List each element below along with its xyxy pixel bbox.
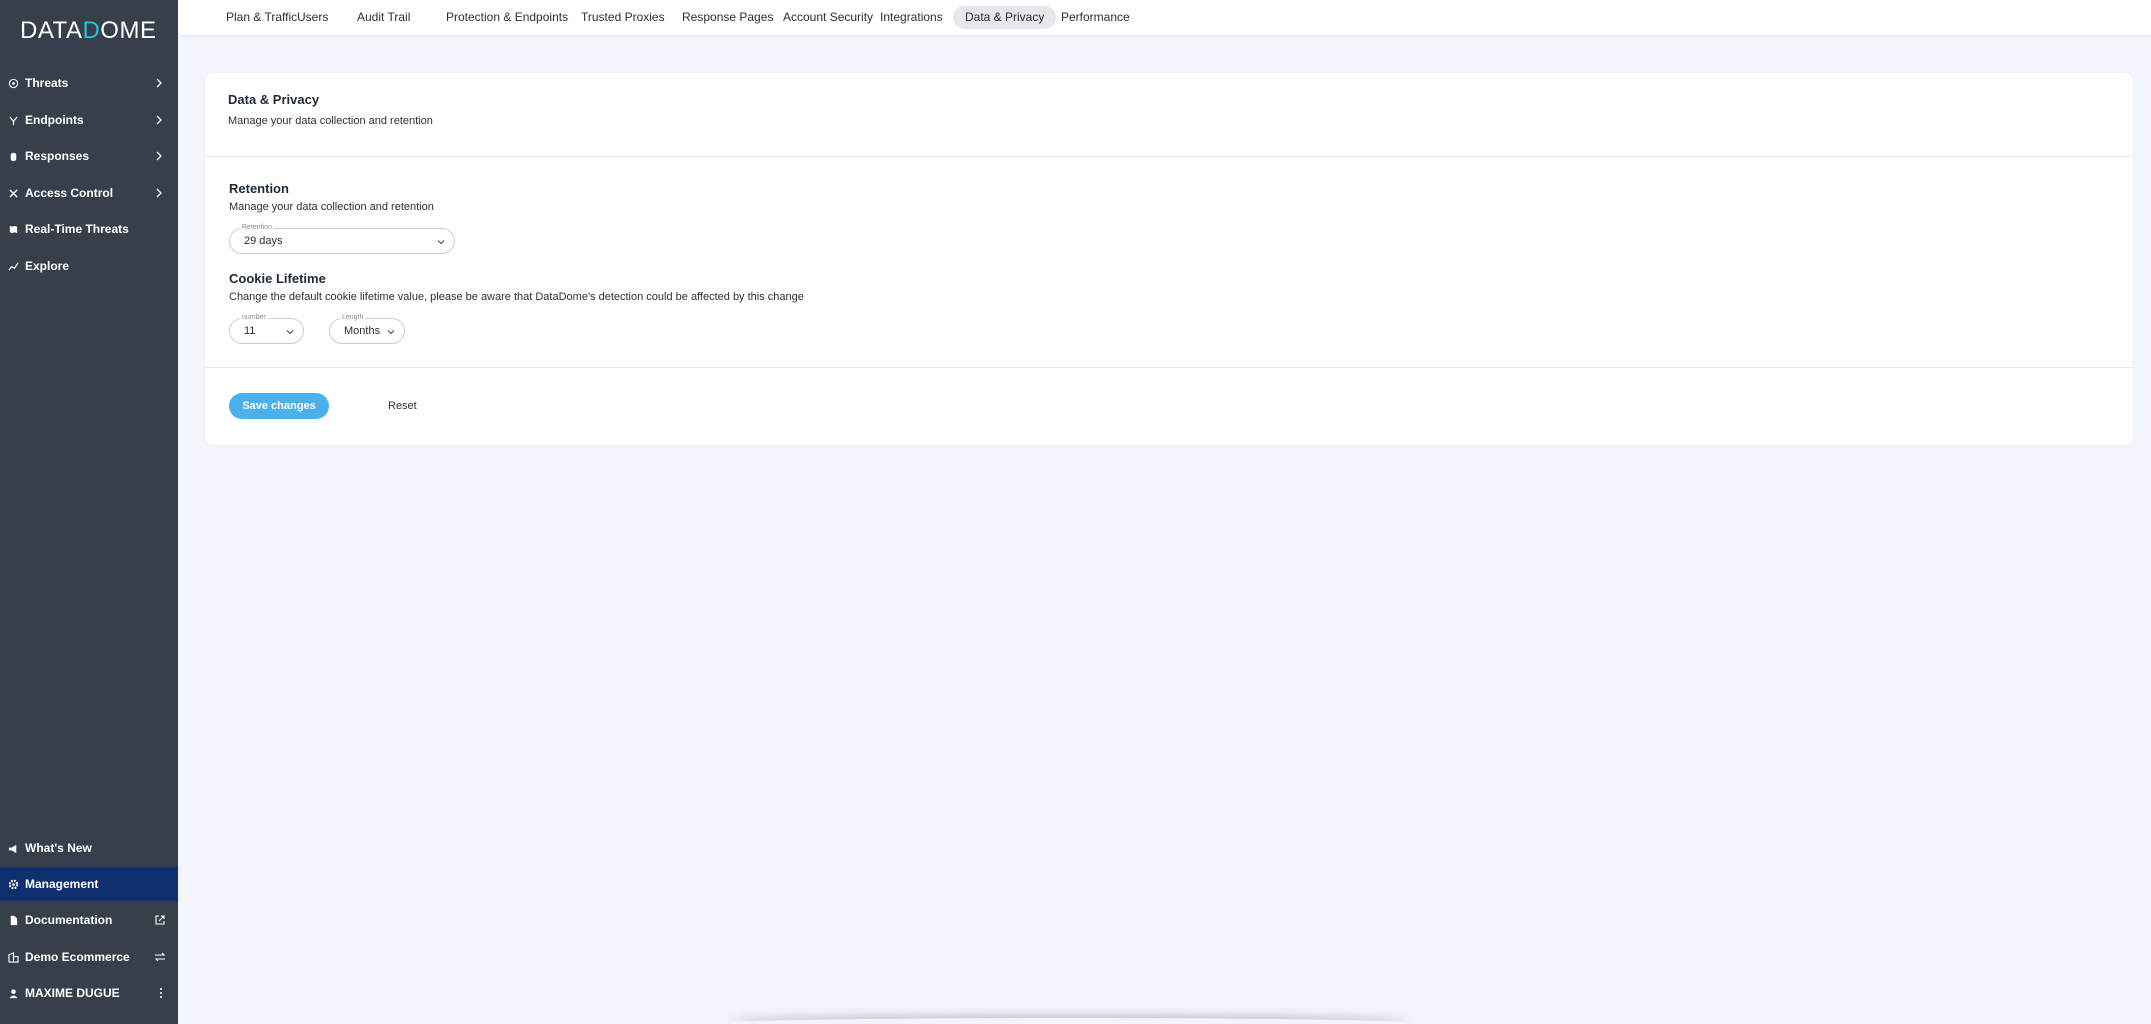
- document-icon: [7, 914, 19, 926]
- cookie-length-select[interactable]: Length Months: [329, 313, 405, 344]
- chevron-down-icon: [437, 240, 445, 245]
- divider: [205, 156, 2133, 157]
- tab-protection-endpoints[interactable]: Protection & Endpoints: [434, 6, 580, 29]
- sidebar-item-threats[interactable]: Threats: [0, 66, 178, 100]
- chevron-right-icon: [156, 188, 162, 198]
- reset-button[interactable]: Reset: [388, 393, 417, 419]
- sidebar-item-label: MAXIME DUGUE: [25, 986, 120, 1000]
- sidebar-item-real-time-threats[interactable]: Real-Time Threats: [0, 212, 178, 246]
- sidebar-item-whats-new[interactable]: What's New: [0, 831, 178, 865]
- sidebar-item-explore[interactable]: Explore: [0, 249, 178, 283]
- logo-text-left: DATA: [20, 17, 83, 44]
- tab-response-pages[interactable]: Response Pages: [670, 6, 785, 29]
- chevron-right-icon: [156, 151, 162, 161]
- card-subtitle: Manage your data collection and retentio…: [228, 115, 433, 127]
- sidebar-item-user[interactable]: MAXIME DUGUE: [0, 976, 178, 1010]
- building-icon: [7, 951, 19, 963]
- chevron-right-icon: [156, 115, 162, 125]
- number-field-label: number: [240, 313, 268, 323]
- external-link-icon: [155, 915, 165, 925]
- sidebar-item-label: Endpoints: [25, 113, 84, 127]
- length-value: Months: [344, 325, 381, 337]
- sidebar-item-endpoints[interactable]: Endpoints: [0, 103, 178, 137]
- retention-select[interactable]: Retention 29 days: [229, 223, 455, 254]
- chevron-right-icon: [156, 78, 162, 88]
- sidebar-item-label: Documentation: [25, 913, 113, 927]
- swap-icon: [154, 952, 166, 962]
- megaphone-icon: [7, 842, 19, 854]
- map-icon: [7, 223, 19, 235]
- sidebar: DATADOME Threats Endpoints Responses Acc…: [0, 0, 178, 1024]
- tab-performance[interactable]: Performance: [1049, 6, 1142, 29]
- sidebar-item-label: Responses: [25, 149, 90, 163]
- retention-field-label: Retention: [240, 223, 274, 233]
- sidebar-item-label: What's New: [25, 841, 92, 855]
- sidebar-item-management[interactable]: Management: [0, 867, 178, 901]
- tab-integrations[interactable]: Integrations: [868, 6, 955, 29]
- tools-icon: [7, 187, 19, 199]
- logo-text-d: D: [82, 17, 101, 44]
- endpoints-icon: [7, 114, 19, 126]
- chevron-down-icon: [387, 330, 395, 335]
- hand-icon: [7, 150, 19, 162]
- radar-icon: [7, 77, 19, 89]
- top-tab-bar: Plan & Traffic Users Audit Trail Protect…: [178, 0, 2151, 35]
- sidebar-item-label: Demo Ecommerce: [25, 950, 130, 964]
- tab-audit-trail[interactable]: Audit Trail: [345, 6, 422, 29]
- user-icon: [7, 987, 19, 999]
- cookie-lifetime-subtitle: Change the default cookie lifetime value…: [229, 291, 804, 303]
- cookie-lifetime-title: Cookie Lifetime: [229, 271, 326, 286]
- sidebar-item-documentation[interactable]: Documentation: [0, 903, 178, 937]
- chart-icon: [7, 260, 19, 272]
- gear-icon: [7, 878, 19, 890]
- datadome-logo[interactable]: DATADOME: [20, 17, 156, 45]
- divider: [205, 367, 2133, 368]
- sidebar-item-label: Threats: [25, 76, 69, 90]
- kebab-icon[interactable]: [158, 987, 164, 999]
- data-privacy-card: Data & Privacy Manage your data collecti…: [205, 73, 2133, 445]
- sidebar-item-label: Access Control: [25, 186, 114, 200]
- tab-data-privacy[interactable]: Data & Privacy: [953, 6, 1057, 29]
- sidebar-item-label: Management: [25, 877, 99, 891]
- tab-users[interactable]: Users: [285, 6, 340, 29]
- card-title: Data & Privacy: [228, 92, 320, 107]
- sidebar-item-label: Real-Time Threats: [25, 222, 129, 236]
- sidebar-item-label: Explore: [25, 259, 70, 273]
- logo-text-right: OME: [100, 17, 157, 44]
- save-changes-button[interactable]: Save changes: [229, 393, 329, 419]
- chevron-down-icon: [286, 330, 294, 335]
- bottom-edge-shadow: [730, 1018, 1410, 1024]
- sidebar-item-access-control[interactable]: Access Control: [0, 176, 178, 210]
- length-field-label: Length: [340, 313, 366, 323]
- retention-title: Retention: [229, 181, 289, 196]
- number-value: 11: [244, 325, 256, 337]
- cookie-number-select[interactable]: number 11: [229, 313, 304, 344]
- retention-subtitle: Manage your data collection and retentio…: [229, 201, 434, 213]
- sidebar-item-responses[interactable]: Responses: [0, 139, 178, 173]
- retention-value: 29 days: [244, 235, 283, 247]
- sidebar-item-demo-ecommerce[interactable]: Demo Ecommerce: [0, 940, 178, 974]
- tab-trusted-proxies[interactable]: Trusted Proxies: [569, 6, 677, 29]
